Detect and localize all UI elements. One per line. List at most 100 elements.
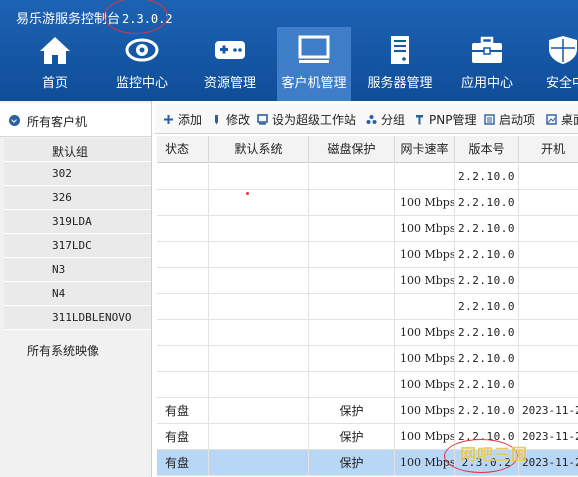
tree-group-item[interactable]: 319LDA (4, 210, 151, 234)
cell-boot-time (519, 190, 578, 216)
table-row[interactable]: 2.2.10.0 (157, 164, 578, 190)
tree-group-item[interactable]: 326 (4, 186, 151, 210)
column-header-disk-protection[interactable]: 磁盘保护 (309, 136, 395, 163)
cell-version: 2.2.10.0 (455, 190, 519, 216)
nav-item-monitor-center[interactable]: 监控中心 (101, 27, 183, 101)
cell-status (157, 346, 209, 372)
annotation-dot (246, 192, 249, 195)
main-nav: 首页 监控中心 资源管理 客户机管理 服务器管理 应用中心 安全 (0, 27, 578, 101)
desktop-button[interactable]: 桌面 (546, 111, 578, 129)
table-row[interactable]: 100 Mbps 2.2.10.0 (157, 242, 578, 268)
column-header-status[interactable]: 状态 (157, 136, 209, 163)
cell-version: 2.2.10.0 (455, 346, 519, 372)
cell-nic-speed: 100 Mbps (395, 190, 455, 216)
add-button[interactable]: 添加 (163, 111, 202, 129)
monitor-icon (298, 35, 330, 63)
picture-icon (546, 114, 557, 125)
column-header-nic-speed[interactable]: 网卡速率 (395, 136, 455, 163)
pnp-management-label: PNP管理 (429, 113, 477, 127)
cell-version: 2.2.10.0 (455, 372, 519, 398)
nav-item-resource-management[interactable]: 资源管理 (189, 27, 271, 101)
cell-status (157, 242, 209, 268)
cell-boot-time (519, 294, 578, 320)
table-row[interactable]: 100 Mbps 2.2.10.0 (157, 216, 578, 242)
column-header-default-system[interactable]: 默认系统 (209, 136, 309, 163)
table-row[interactable]: 2.2.10.0 (157, 294, 578, 320)
nav-item-security-center[interactable]: 安全中 (533, 27, 578, 101)
nav-label-resource-management: 资源管理 (203, 76, 256, 91)
cell-version: 2.2.10.0 (455, 268, 519, 294)
startup-items-label: 启动项 (499, 113, 536, 127)
group-button[interactable]: 分组 (366, 111, 405, 129)
nav-item-app-center[interactable]: 应用中心 (447, 27, 527, 101)
collapse-chevron-icon[interactable] (9, 115, 20, 126)
cell-default-system (209, 372, 309, 398)
table-row[interactable]: 100 Mbps 2.2.10.0 (157, 346, 578, 372)
eye-icon (125, 38, 159, 62)
server-icon (391, 36, 409, 64)
tree-group-label: 319LDA (52, 215, 92, 228)
cell-disk-protection (309, 268, 395, 294)
column-header-version[interactable]: 版本号 (455, 136, 519, 163)
tree-root-all-clients[interactable]: 所有客户机 (0, 103, 151, 137)
tree-group-item[interactable]: N4 (4, 282, 151, 306)
tree-group-label: 326 (52, 191, 72, 204)
tree-group-item[interactable]: 317LDC (4, 234, 151, 258)
nav-item-server-management[interactable]: 服务器管理 (359, 27, 441, 101)
cell-disk-protection (309, 190, 395, 216)
table-header: 状态 默认系统 磁盘保护 网卡速率 版本号 开机 (157, 136, 578, 163)
cell-nic-speed (395, 294, 455, 320)
group-button-label: 分组 (381, 113, 406, 127)
cell-default-system (209, 346, 309, 372)
cell-version: 2.2.10.0 (455, 320, 519, 346)
tree-group-label: 默认组 (52, 145, 89, 159)
cell-disk-protection: 保护 (309, 424, 395, 450)
table-row[interactable]: 100 Mbps 2.2.10.0 (157, 372, 578, 398)
tree-group-item[interactable]: 302 (4, 162, 151, 186)
cell-disk-protection: 保护 (309, 450, 395, 476)
pnp-management-button[interactable]: PNP管理 (414, 111, 476, 129)
cell-nic-speed: 100 Mbps (395, 346, 455, 372)
nav-label-home: 首页 (41, 76, 68, 91)
table-row[interactable]: 100 Mbps 2.2.10.0 (157, 268, 578, 294)
nav-item-client-management[interactable]: 客户机管理 (277, 27, 351, 101)
cell-disk-protection: 保护 (309, 398, 395, 424)
tree-group-label: 311LDBLENOVO (52, 311, 132, 324)
cell-status (157, 268, 209, 294)
table-row[interactable]: 100 Mbps 2.2.10.0 (157, 190, 578, 216)
cell-nic-speed: 100 Mbps (395, 372, 455, 398)
edit-button[interactable]: 修改 (211, 111, 250, 129)
plus-icon (164, 115, 173, 124)
cell-nic-speed: 100 Mbps (395, 398, 455, 424)
tree-group-item[interactable]: N3 (4, 258, 151, 282)
cell-status: 有盘 (157, 424, 209, 450)
startup-items-button[interactable]: 启动项 (484, 111, 535, 129)
cell-default-system (209, 450, 309, 476)
app-header: 易乐游服务控制台 2.3.0.2 首页 监控中心 资源管理 客户机管理 服务器管… (0, 0, 578, 101)
column-header-boot[interactable]: 开机 (519, 136, 578, 163)
cell-default-system (209, 320, 309, 346)
cell-nic-speed: 100 Mbps (395, 320, 455, 346)
cell-default-system (209, 216, 309, 242)
tree-group-item[interactable]: 311LDBLENOVO (4, 306, 151, 330)
table-row[interactable]: 有盘 保护 100 Mbps 2.2.10.0 2023-11-2 (157, 398, 578, 424)
tree-group-item[interactable]: 默认组 (4, 138, 151, 162)
tree-root-label: 所有客户机 (27, 115, 88, 129)
client-tree-sidebar: 所有客户机 默认组 302 326 319LDA 317LDC N3 N4 31… (0, 101, 152, 477)
table-row[interactable]: 100 Mbps 2.2.10.0 (157, 320, 578, 346)
tree-group-label: 317LDC (52, 239, 92, 252)
nav-label-app-center: 应用中心 (460, 76, 513, 91)
cell-disk-protection (309, 372, 395, 398)
cell-version: 2.2.10.0 (455, 242, 519, 268)
nav-item-home[interactable]: 首页 (15, 27, 95, 101)
cell-boot-time (519, 164, 578, 190)
cell-version: 2.2.10.0 (455, 294, 519, 320)
edit-button-label: 修改 (226, 113, 251, 127)
cell-boot-time (519, 372, 578, 398)
cell-default-system (209, 294, 309, 320)
set-super-workstation-button[interactable]: 设为超级工作站 (257, 111, 356, 129)
cell-boot-time (519, 320, 578, 346)
cell-default-system (209, 398, 309, 424)
list-icon (484, 114, 495, 125)
tree-all-system-images[interactable]: 所有系统映像 (0, 338, 151, 366)
